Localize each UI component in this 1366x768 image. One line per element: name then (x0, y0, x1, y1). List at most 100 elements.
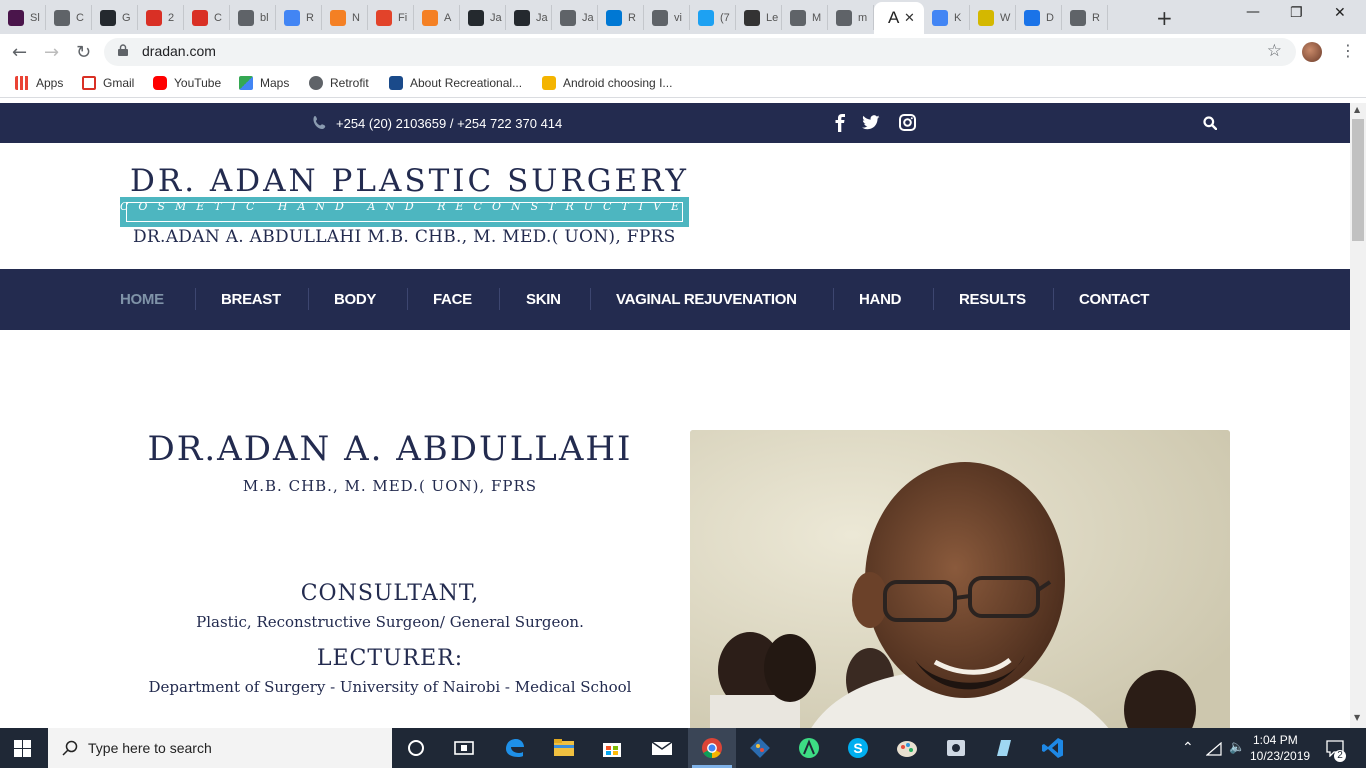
tab-title: Le (766, 11, 778, 24)
scroll-down-icon[interactable]: ▼ (1354, 713, 1360, 722)
site-favicon-icon (542, 76, 556, 90)
bookmark-recreational[interactable]: About Recreational... (389, 76, 522, 90)
bookmark-apps[interactable]: Apps (15, 76, 63, 90)
vscode-icon[interactable] (1041, 736, 1065, 760)
browser-tab[interactable]: C (184, 5, 230, 30)
git-icon[interactable] (748, 736, 772, 760)
close-tab-icon[interactable]: ✕ (904, 11, 915, 26)
search-icon (62, 740, 78, 756)
browser-tab[interactable]: Ja (506, 5, 552, 30)
skype-icon[interactable]: S (846, 736, 870, 760)
url-text[interactable]: dradan.com (142, 43, 216, 59)
browser-tab[interactable]: Le (736, 5, 782, 30)
site-logo[interactable]: DR. ADAN PLASTIC SURGERY COSMETIC HAND A… (120, 161, 690, 251)
browser-tab[interactable]: Fi (368, 5, 414, 30)
browser-tab[interactable]: N (322, 5, 368, 30)
file-explorer-icon[interactable] (552, 736, 576, 760)
browser-tab[interactable]: Ja (552, 5, 598, 30)
page-scrollbar[interactable]: ▲ ▼ (1350, 103, 1366, 728)
back-icon[interactable]: ← (12, 42, 27, 63)
bookmark-youtube[interactable]: YouTube (153, 76, 221, 90)
restore-button[interactable]: ❐ (1290, 5, 1303, 21)
edge-icon[interactable] (503, 736, 527, 760)
browser-tab[interactable]: bl (230, 5, 276, 30)
browser-tab-active[interactable]: A ✕ (874, 2, 924, 34)
wifi-icon[interactable] (1206, 742, 1222, 756)
search-icon[interactable] (1203, 116, 1217, 130)
task-view-icon[interactable] (452, 736, 476, 760)
browser-tab[interactable]: M (782, 5, 828, 30)
browser-tab[interactable]: Ja (460, 5, 506, 30)
nav-divider (499, 288, 500, 310)
android-studio-icon[interactable] (797, 736, 821, 760)
main-navigation: HOME BREAST BODY FACE SKIN VAGINAL REJUV… (0, 269, 1350, 330)
nav-body[interactable]: BODY (334, 291, 376, 308)
new-tab-button[interactable]: + (1156, 6, 1173, 30)
bookmark-label: Retrofit (330, 76, 369, 90)
nav-contact[interactable]: CONTACT (1079, 291, 1149, 308)
scrollbar-thumb[interactable] (1352, 119, 1364, 241)
nav-results[interactable]: RESULTS (959, 291, 1026, 308)
bookmark-star-icon[interactable]: ☆ (1267, 41, 1282, 61)
nav-vaginal-rejuvenation[interactable]: VAGINAL REJUVENATION (616, 291, 797, 308)
profile-avatar[interactable] (1302, 42, 1322, 62)
browser-tab[interactable]: A (414, 5, 460, 30)
facebook-icon[interactable] (834, 114, 846, 132)
nav-breast[interactable]: BREAST (221, 291, 281, 308)
browser-tab[interactable]: m (828, 5, 874, 30)
nav-hand[interactable]: HAND (859, 291, 901, 308)
browser-tab[interactable]: C (46, 5, 92, 30)
chrome-icon[interactable] (700, 736, 724, 760)
nav-face[interactable]: FACE (433, 291, 472, 308)
menu-icon[interactable]: ⋮ (1340, 41, 1356, 60)
mail-icon[interactable] (650, 736, 674, 760)
phone-contact[interactable]: +254 (20) 2103659 / +254 722 370 414 (312, 115, 562, 131)
omnibox[interactable]: dradan.com ☆ (104, 38, 1296, 66)
minimize-button[interactable]: — (1246, 4, 1260, 20)
bookmark-gmail[interactable]: Gmail (82, 76, 134, 90)
paint-icon[interactable] (895, 736, 919, 760)
browser-tab[interactable]: Sl (0, 5, 46, 30)
browser-tab[interactable]: vi (644, 5, 690, 30)
browser-tab[interactable]: G (92, 5, 138, 30)
reload-icon[interactable]: ↻ (76, 42, 91, 63)
bookmark-maps[interactable]: Maps (239, 76, 289, 90)
maps-icon (239, 76, 253, 90)
lecturer-description: Department of Surgery - University of Na… (148, 678, 632, 696)
instagram-icon[interactable] (899, 114, 916, 131)
app-icon[interactable] (944, 736, 968, 760)
volume-muted-icon[interactable]: 🔈 (1229, 739, 1245, 755)
tab-title: R (628, 11, 636, 24)
notes-icon[interactable] (992, 736, 1016, 760)
twitter-icon[interactable] (862, 115, 880, 131)
scroll-up-icon[interactable]: ▲ (1354, 105, 1360, 114)
cortana-icon[interactable] (404, 736, 428, 760)
clock-date[interactable]: 10/23/2019 (1250, 749, 1310, 763)
browser-tab[interactable]: R (276, 5, 322, 30)
store-icon[interactable] (600, 736, 624, 760)
clock-time[interactable]: 1:04 PM (1253, 733, 1298, 747)
forward-icon[interactable]: → (44, 42, 59, 63)
doctor-name: DR.ADAN A. ABDULLAHI (147, 429, 633, 469)
browser-tab[interactable]: D (1016, 5, 1062, 30)
nav-home[interactable]: HOME (120, 291, 164, 308)
bookmark-retrofit[interactable]: Retrofit (309, 76, 369, 90)
bookmark-android[interactable]: Android choosing I... (542, 76, 672, 90)
browser-tab[interactable]: (7 (690, 5, 736, 30)
browser-tab[interactable]: W (970, 5, 1016, 30)
tab-title: (7 (720, 11, 730, 24)
browser-tab[interactable]: 2 (138, 5, 184, 30)
tab-favicon-icon (1024, 9, 1040, 26)
nav-divider (195, 288, 196, 310)
windows-start-icon[interactable] (14, 740, 31, 757)
browser-tab[interactable]: R (1062, 5, 1108, 30)
tray-chevron-icon[interactable]: ⌃ (1182, 739, 1194, 756)
browser-tab[interactable]: K (924, 5, 970, 30)
tab-title: G (122, 11, 131, 24)
browser-tab[interactable]: R (598, 5, 644, 30)
nav-skin[interactable]: SKIN (526, 291, 561, 308)
close-window-button[interactable]: ✕ (1334, 5, 1346, 21)
phone-icon (313, 116, 326, 129)
taskbar-search-box[interactable]: Type here to search (48, 728, 392, 768)
bookmark-label: YouTube (174, 76, 222, 90)
